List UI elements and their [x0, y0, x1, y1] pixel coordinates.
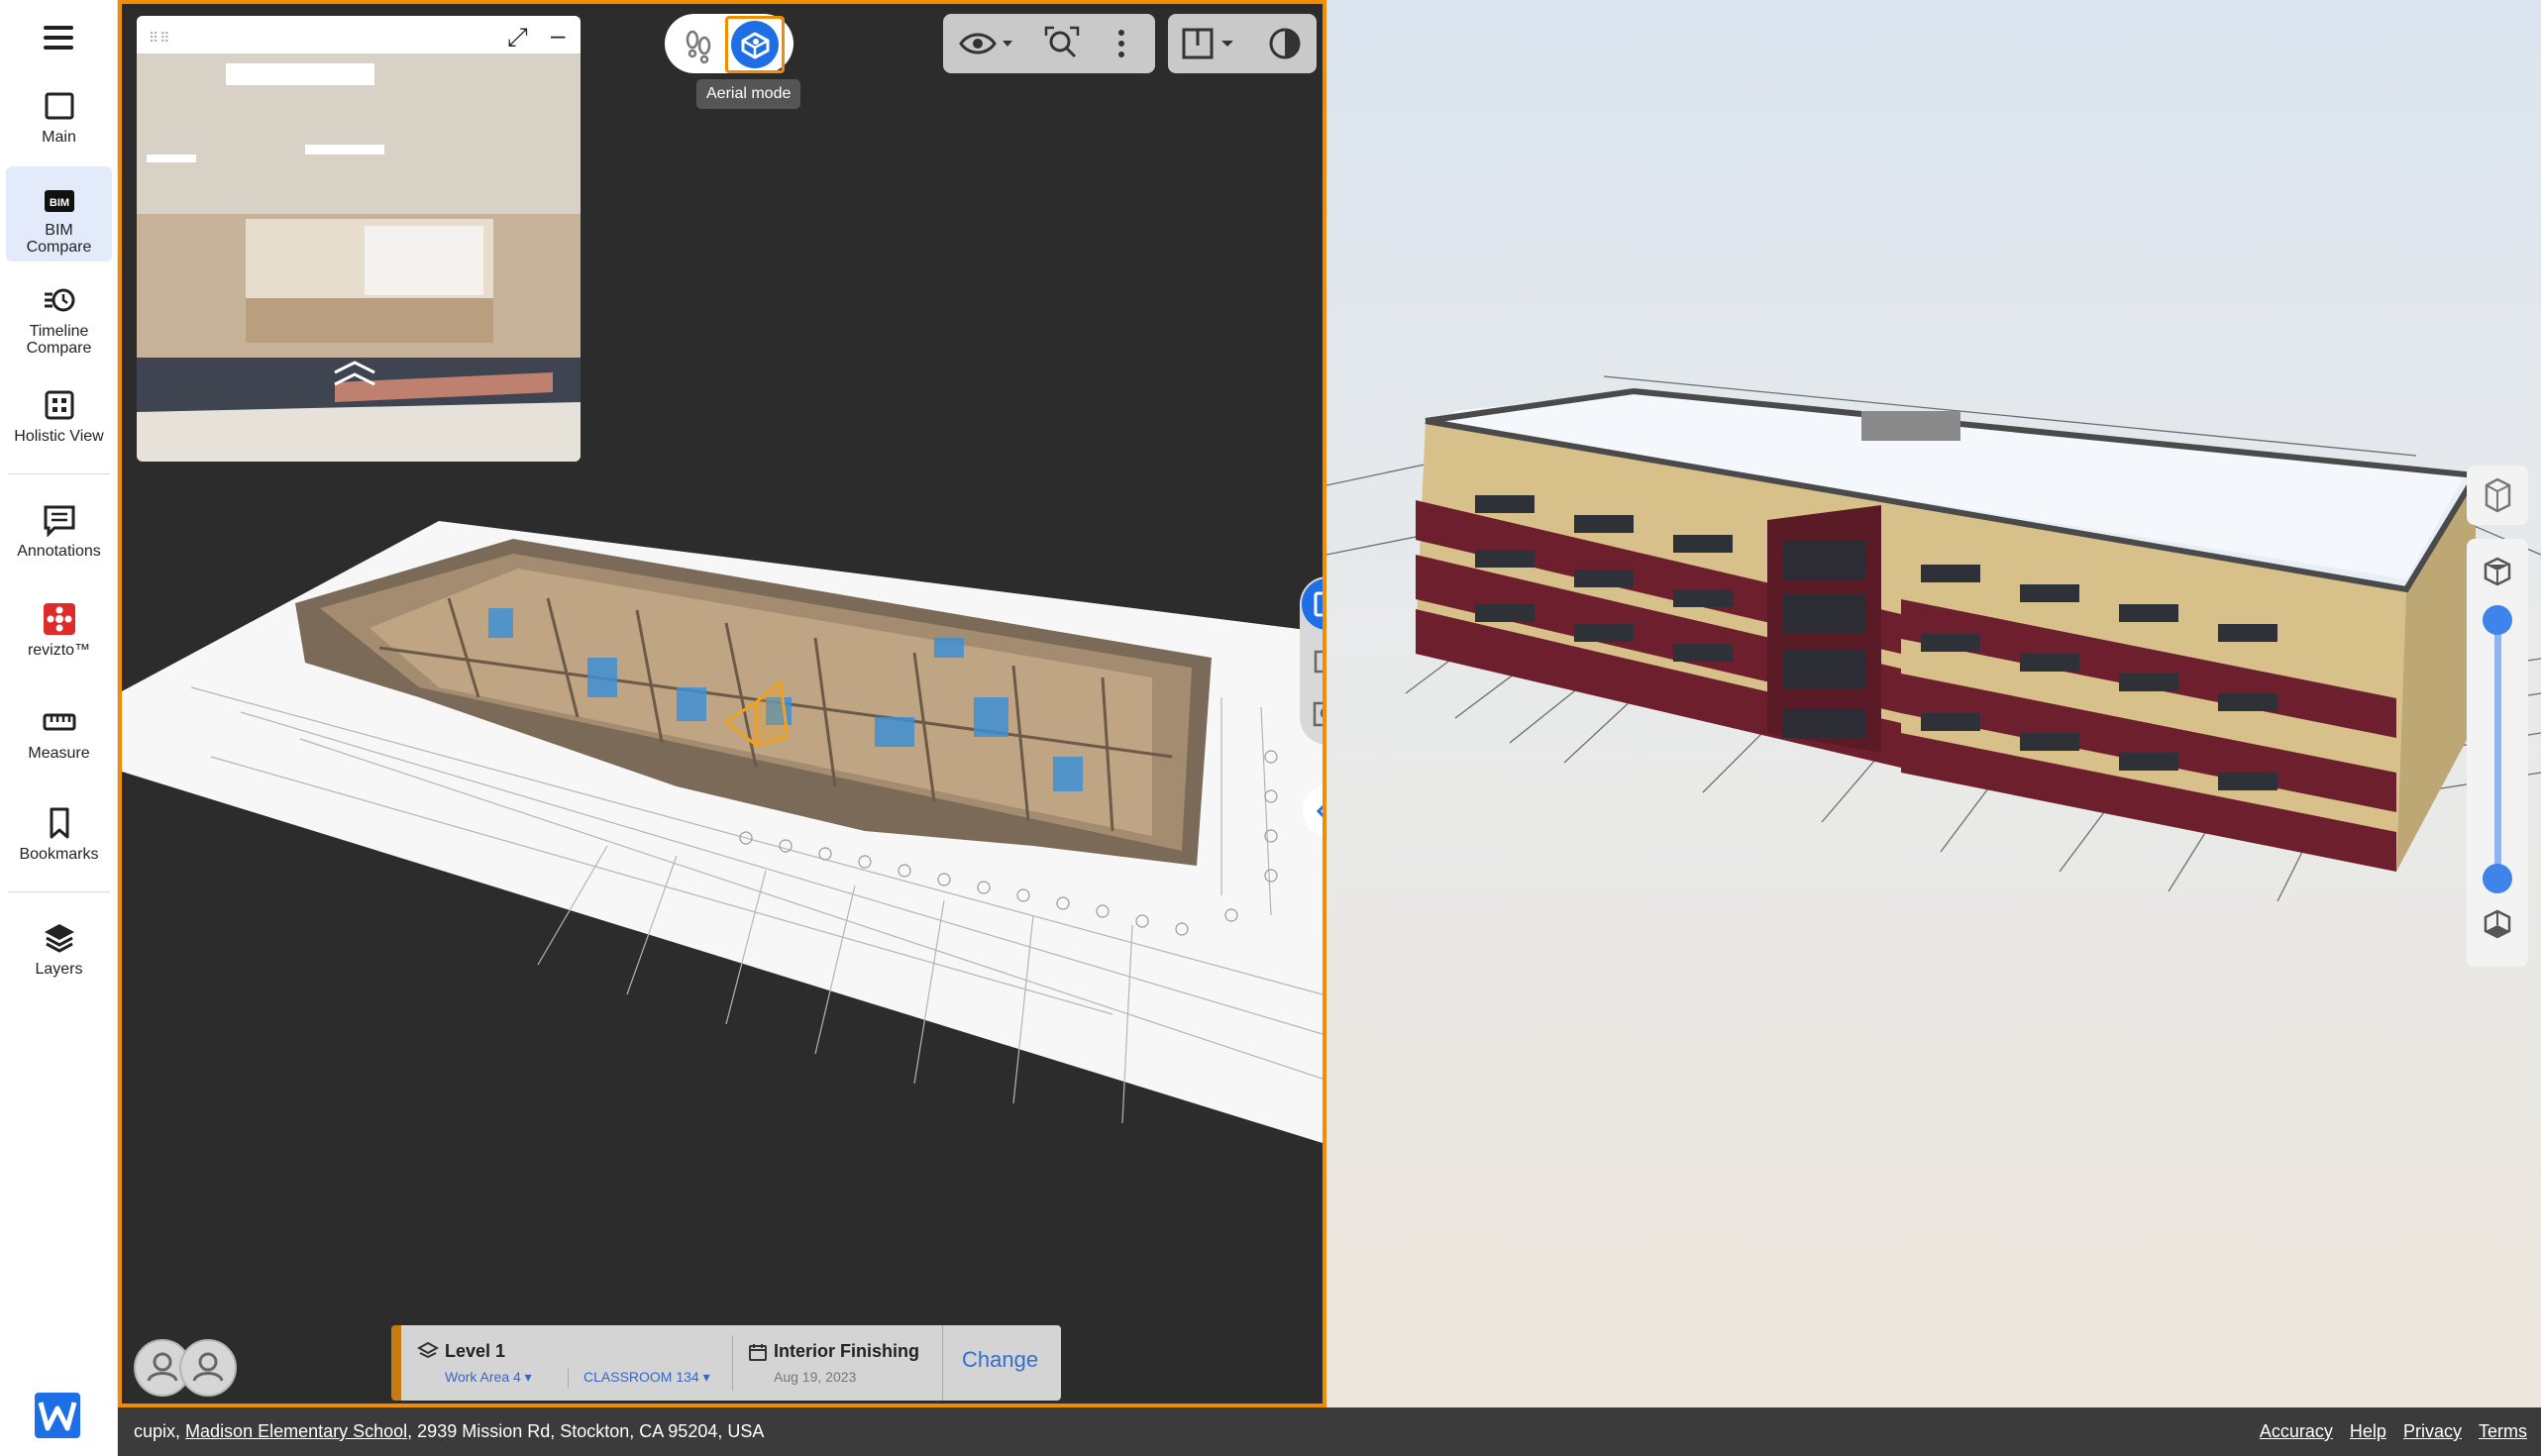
capture-date: Aug 19, 2023: [774, 1369, 857, 1385]
sidebar-item-label: Annotations: [17, 543, 101, 560]
capture-info-panel: Level 1 Work Area 4 ▾ CLASSROOM 134 ▾ In…: [391, 1325, 1061, 1401]
minimize-icon[interactable]: –: [551, 20, 565, 51]
footer-link-terms[interactable]: Terms: [2479, 1421, 2527, 1441]
grid-icon: [45, 390, 73, 420]
collapse-panel-button[interactable]: [1303, 784, 1323, 838]
sidebar-item-revizto[interactable]: revizto™: [6, 602, 112, 659]
phase-label: Interior Finishing: [774, 1341, 919, 1361]
sidebar-item-layers[interactable]: Layers: [6, 921, 112, 978]
slider-handle-bottom[interactable]: [2483, 864, 2512, 893]
drag-handle-icon[interactable]: ⠿⠿: [149, 30, 171, 47]
bim-building-model[interactable]: [1326, 0, 2541, 1407]
sidebar-item-label: Bookmarks: [19, 846, 99, 863]
sidebar-item-measure[interactable]: Measure: [6, 705, 112, 762]
sidebar-divider: [8, 473, 110, 474]
view-cube-icon: [2485, 477, 2511, 513]
work-area-value: Work Area 4: [445, 1369, 521, 1385]
mini-panorama-window[interactable]: ⠿⠿ ⤢ –: [137, 16, 581, 462]
sidebar-item-timeline-compare[interactable]: Timeline Compare: [6, 283, 112, 357]
user-icon: [192, 1352, 224, 1382]
split-view-tools: [1300, 576, 1326, 745]
revizto-icon: [43, 603, 75, 635]
sidebar-item-label: Timeline Compare: [26, 323, 92, 357]
annotation-icon: [44, 505, 74, 537]
cube-bottom-icon[interactable]: [2481, 907, 2514, 941]
walk-mode-footsteps-icon[interactable]: [675, 20, 722, 67]
sidebar-item-bim-compare[interactable]: BIM BIM Compare: [6, 166, 112, 261]
layers-icon: [417, 1341, 439, 1359]
zoom-extent-icon[interactable]: [1042, 24, 1082, 63]
overlay-view-icon[interactable]: [1311, 644, 1326, 677]
room-dropdown[interactable]: CLASSROOM 134 ▾: [583, 1369, 710, 1386]
square-icon: [45, 92, 73, 120]
more-options-icon[interactable]: [1102, 24, 1141, 63]
sidebar-item-bookmarks[interactable]: Bookmarks: [6, 806, 112, 863]
project-link[interactable]: Madison Elementary School: [185, 1421, 407, 1441]
sidebar-item-holistic-view[interactable]: Holistic View: [6, 388, 112, 445]
split-view-button[interactable]: [1302, 578, 1323, 630]
sidebar-item-label: Layers: [35, 961, 83, 978]
sidebar-divider: [8, 891, 110, 892]
sidebar: Main BIM BIM Compare Timeline Compare Ho…: [0, 0, 118, 1456]
caret-down-icon: ▾: [702, 1369, 710, 1385]
sidebar-item-label: Main: [42, 129, 76, 146]
aerial-mode-icon: [731, 21, 779, 68]
change-button[interactable]: Change: [962, 1347, 1038, 1373]
footer-bar: cupix, Madison Elementary School, 2939 M…: [118, 1407, 2541, 1456]
section-slider-track[interactable]: [2494, 618, 2501, 880]
footer-link-accuracy[interactable]: Accuracy: [2260, 1421, 2333, 1441]
compare-inspect-icon[interactable]: [1311, 697, 1326, 731]
address-text: , 2939 Mission Rd, Stockton, CA 95204, U…: [407, 1421, 765, 1441]
panorama-image: [137, 16, 581, 462]
point-cloud-viewer[interactable]: ⠿⠿ ⤢ – Aerial mode Level 1 Work Area 4 ▾…: [118, 0, 1326, 1407]
chevron-left-right-icon: [1316, 804, 1323, 818]
contrast-icon[interactable]: [1265, 24, 1305, 63]
divider: [568, 1369, 569, 1389]
sidebar-item-label: Holistic View: [14, 428, 104, 445]
sidebar-item-label: BIM Compare: [26, 222, 92, 256]
divider: [732, 1335, 733, 1391]
footer-link-privacy[interactable]: Privacy: [2403, 1421, 2462, 1441]
bim-badge: BIM: [49, 197, 68, 209]
level-label: Level 1: [445, 1341, 506, 1361]
view-tools-group: [943, 14, 1155, 73]
footer-links: Accuracy Help Privacy Terms: [2248, 1421, 2527, 1442]
sidebar-item-main[interactable]: Main: [6, 89, 112, 146]
bim-model-viewer[interactable]: [1326, 0, 2541, 1407]
caret-down-icon: ▾: [524, 1369, 532, 1385]
split-view-icon: [1314, 591, 1323, 617]
collaborator-avatars[interactable]: [134, 1339, 243, 1399]
sidebar-item-label: revizto™: [27, 642, 91, 659]
sidebar-item-annotations[interactable]: Annotations: [6, 503, 112, 560]
project-address: cupix, Madison Elementary School, 2939 M…: [134, 1421, 764, 1442]
layout-tools-group: [1168, 14, 1317, 73]
visibility-eye-icon[interactable]: [957, 24, 1014, 63]
expand-icon[interactable]: ⤢: [507, 22, 528, 53]
sidebar-item-label: Measure: [28, 745, 90, 762]
timeline-icon: [44, 288, 74, 312]
work-area-dropdown[interactable]: Work Area 4 ▾: [445, 1369, 532, 1386]
hamburger-menu-icon[interactable]: [40, 22, 77, 52]
calendar-icon: [749, 1344, 767, 1361]
company-name: cupix,: [134, 1421, 181, 1441]
room-value: CLASSROOM 134: [583, 1369, 699, 1385]
view-cube-button[interactable]: [2467, 466, 2528, 525]
view-mode-toggle: [665, 14, 794, 73]
avatar[interactable]: [179, 1339, 237, 1397]
divider: [942, 1325, 943, 1401]
footer-link-help[interactable]: Help: [2350, 1421, 2386, 1441]
slider-handle-top[interactable]: [2483, 605, 2512, 635]
layers-icon: [44, 924, 74, 953]
aerial-mode-tooltip: Aerial mode: [696, 79, 801, 109]
aerial-mode-button[interactable]: [725, 16, 785, 73]
floorplan-layout-icon[interactable]: [1180, 24, 1243, 63]
section-slider-panel: [2467, 539, 2528, 967]
bookmark-icon: [50, 807, 68, 839]
cube-top-icon[interactable]: [2481, 555, 2514, 588]
bim-icon: BIM: [44, 190, 74, 212]
cupix-logo-icon: [35, 1393, 80, 1438]
ruler-icon: [43, 713, 75, 731]
